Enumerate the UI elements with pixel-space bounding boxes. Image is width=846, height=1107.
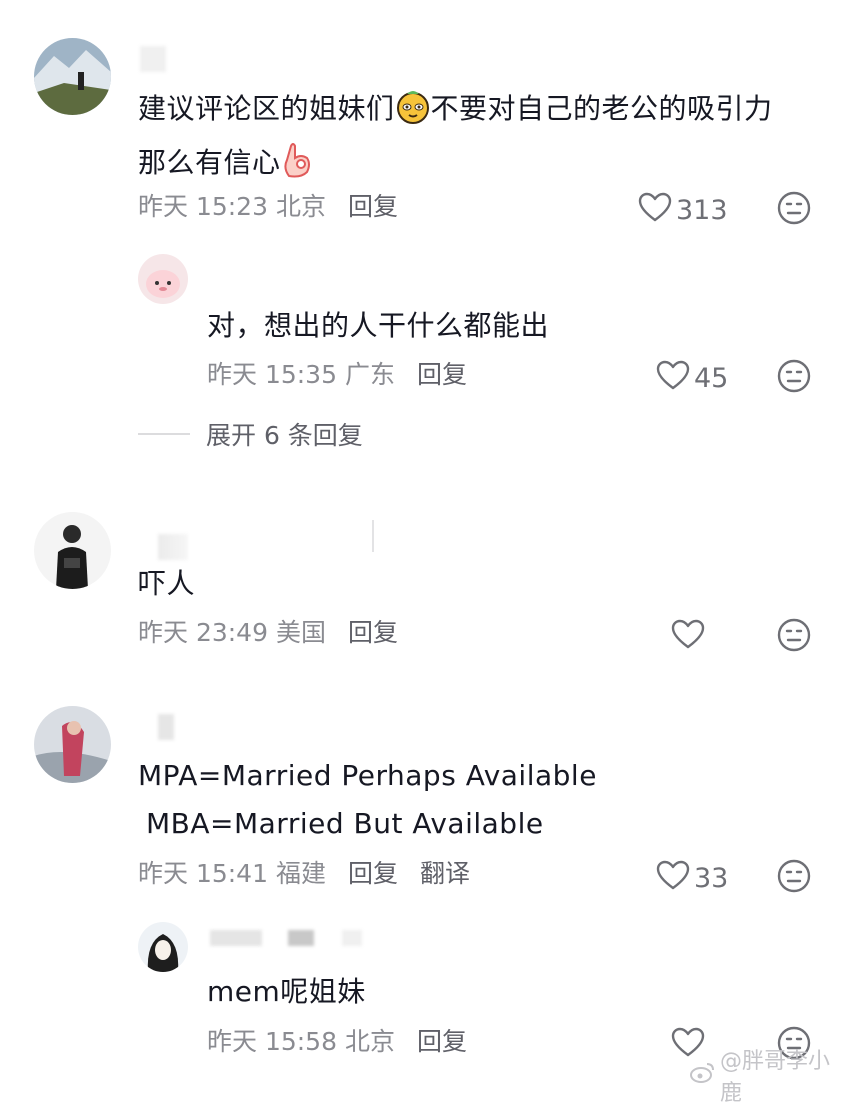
dislike-button[interactable] (777, 618, 811, 652)
comment-meta: 昨天 23:49 美国 回复 (138, 616, 398, 650)
dislike-button[interactable] (777, 191, 811, 225)
heart-icon (656, 860, 694, 897)
comment-text: 建议评论区的姐妹们 不要对自己的老公的吸引力 那么有信心 (138, 85, 773, 193)
reply-button[interactable]: 回复 (417, 1027, 467, 1056)
avatar[interactable] (34, 706, 111, 783)
like-count: 45 (694, 363, 729, 394)
heart-icon (656, 360, 694, 397)
reply-avatar[interactable] (138, 922, 188, 972)
timestamp: 昨天 15:23 北京 (138, 192, 326, 221)
weibo-logo-icon (690, 1061, 716, 1089)
comment-text: 吓人 (138, 567, 196, 600)
avatar[interactable] (34, 512, 111, 589)
like-count: 33 (694, 863, 729, 894)
expand-replies-label: 展开 6 条回复 (206, 421, 363, 450)
translate-button[interactable]: 翻译 (420, 859, 470, 888)
like-button[interactable] (671, 619, 709, 656)
reply-button[interactable]: 回复 (348, 192, 398, 221)
reply-button[interactable]: 回复 (348, 859, 398, 888)
like-button[interactable]: 45 (656, 360, 728, 397)
comment-meta: 昨天 15:23 北京 回复 (138, 190, 398, 224)
username[interactable] (158, 534, 188, 560)
reply-button[interactable]: 回复 (348, 618, 398, 647)
username[interactable] (158, 714, 174, 740)
timestamp: 昨天 15:41 福建 (138, 859, 326, 888)
timestamp: 昨天 23:49 美国 (138, 618, 326, 647)
neutral-face-icon (777, 618, 811, 652)
avatar[interactable] (34, 38, 111, 115)
like-button[interactable]: 313 (638, 192, 728, 229)
like-button[interactable]: 33 (656, 860, 728, 897)
neutral-face-icon (777, 859, 811, 893)
reply-text: 对，想出的人干什么都能出 (207, 309, 550, 342)
comment-text: MPA=Married Perhaps Available MBA=Marrie… (138, 759, 597, 840)
like-count: 313 (676, 195, 728, 226)
yellow-face-emoji-icon (395, 88, 431, 139)
username-divider (372, 520, 374, 552)
heart-icon (638, 192, 676, 229)
watermark-text: @胖哥李小鹿 (720, 1049, 831, 1106)
expand-replies-button[interactable]: 展开 6 条回复 (138, 416, 363, 452)
neutral-face-icon (777, 191, 811, 225)
dislike-button[interactable] (777, 359, 811, 393)
username[interactable] (210, 930, 370, 948)
reply-button[interactable]: 回复 (417, 360, 467, 389)
timestamp: 昨天 15:58 北京 (207, 1027, 395, 1056)
ok-hand-emoji-icon (281, 142, 313, 193)
watermark: @胖哥李小鹿 (690, 1043, 846, 1107)
reply-text: mem呢姐妹 (207, 975, 366, 1008)
reply-avatar[interactable] (138, 254, 188, 304)
neutral-face-icon (777, 359, 811, 393)
reply-meta: 昨天 15:58 北京 回复 (207, 1025, 467, 1059)
heart-icon (671, 619, 709, 656)
username[interactable] (140, 46, 166, 72)
comment-meta: 昨天 15:41 福建 回复 翻译 (138, 857, 470, 891)
timestamp: 昨天 15:35 广东 (207, 360, 395, 389)
reply-meta: 昨天 15:35 广东 回复 (207, 358, 467, 392)
dislike-button[interactable] (777, 859, 811, 893)
divider (138, 433, 190, 435)
